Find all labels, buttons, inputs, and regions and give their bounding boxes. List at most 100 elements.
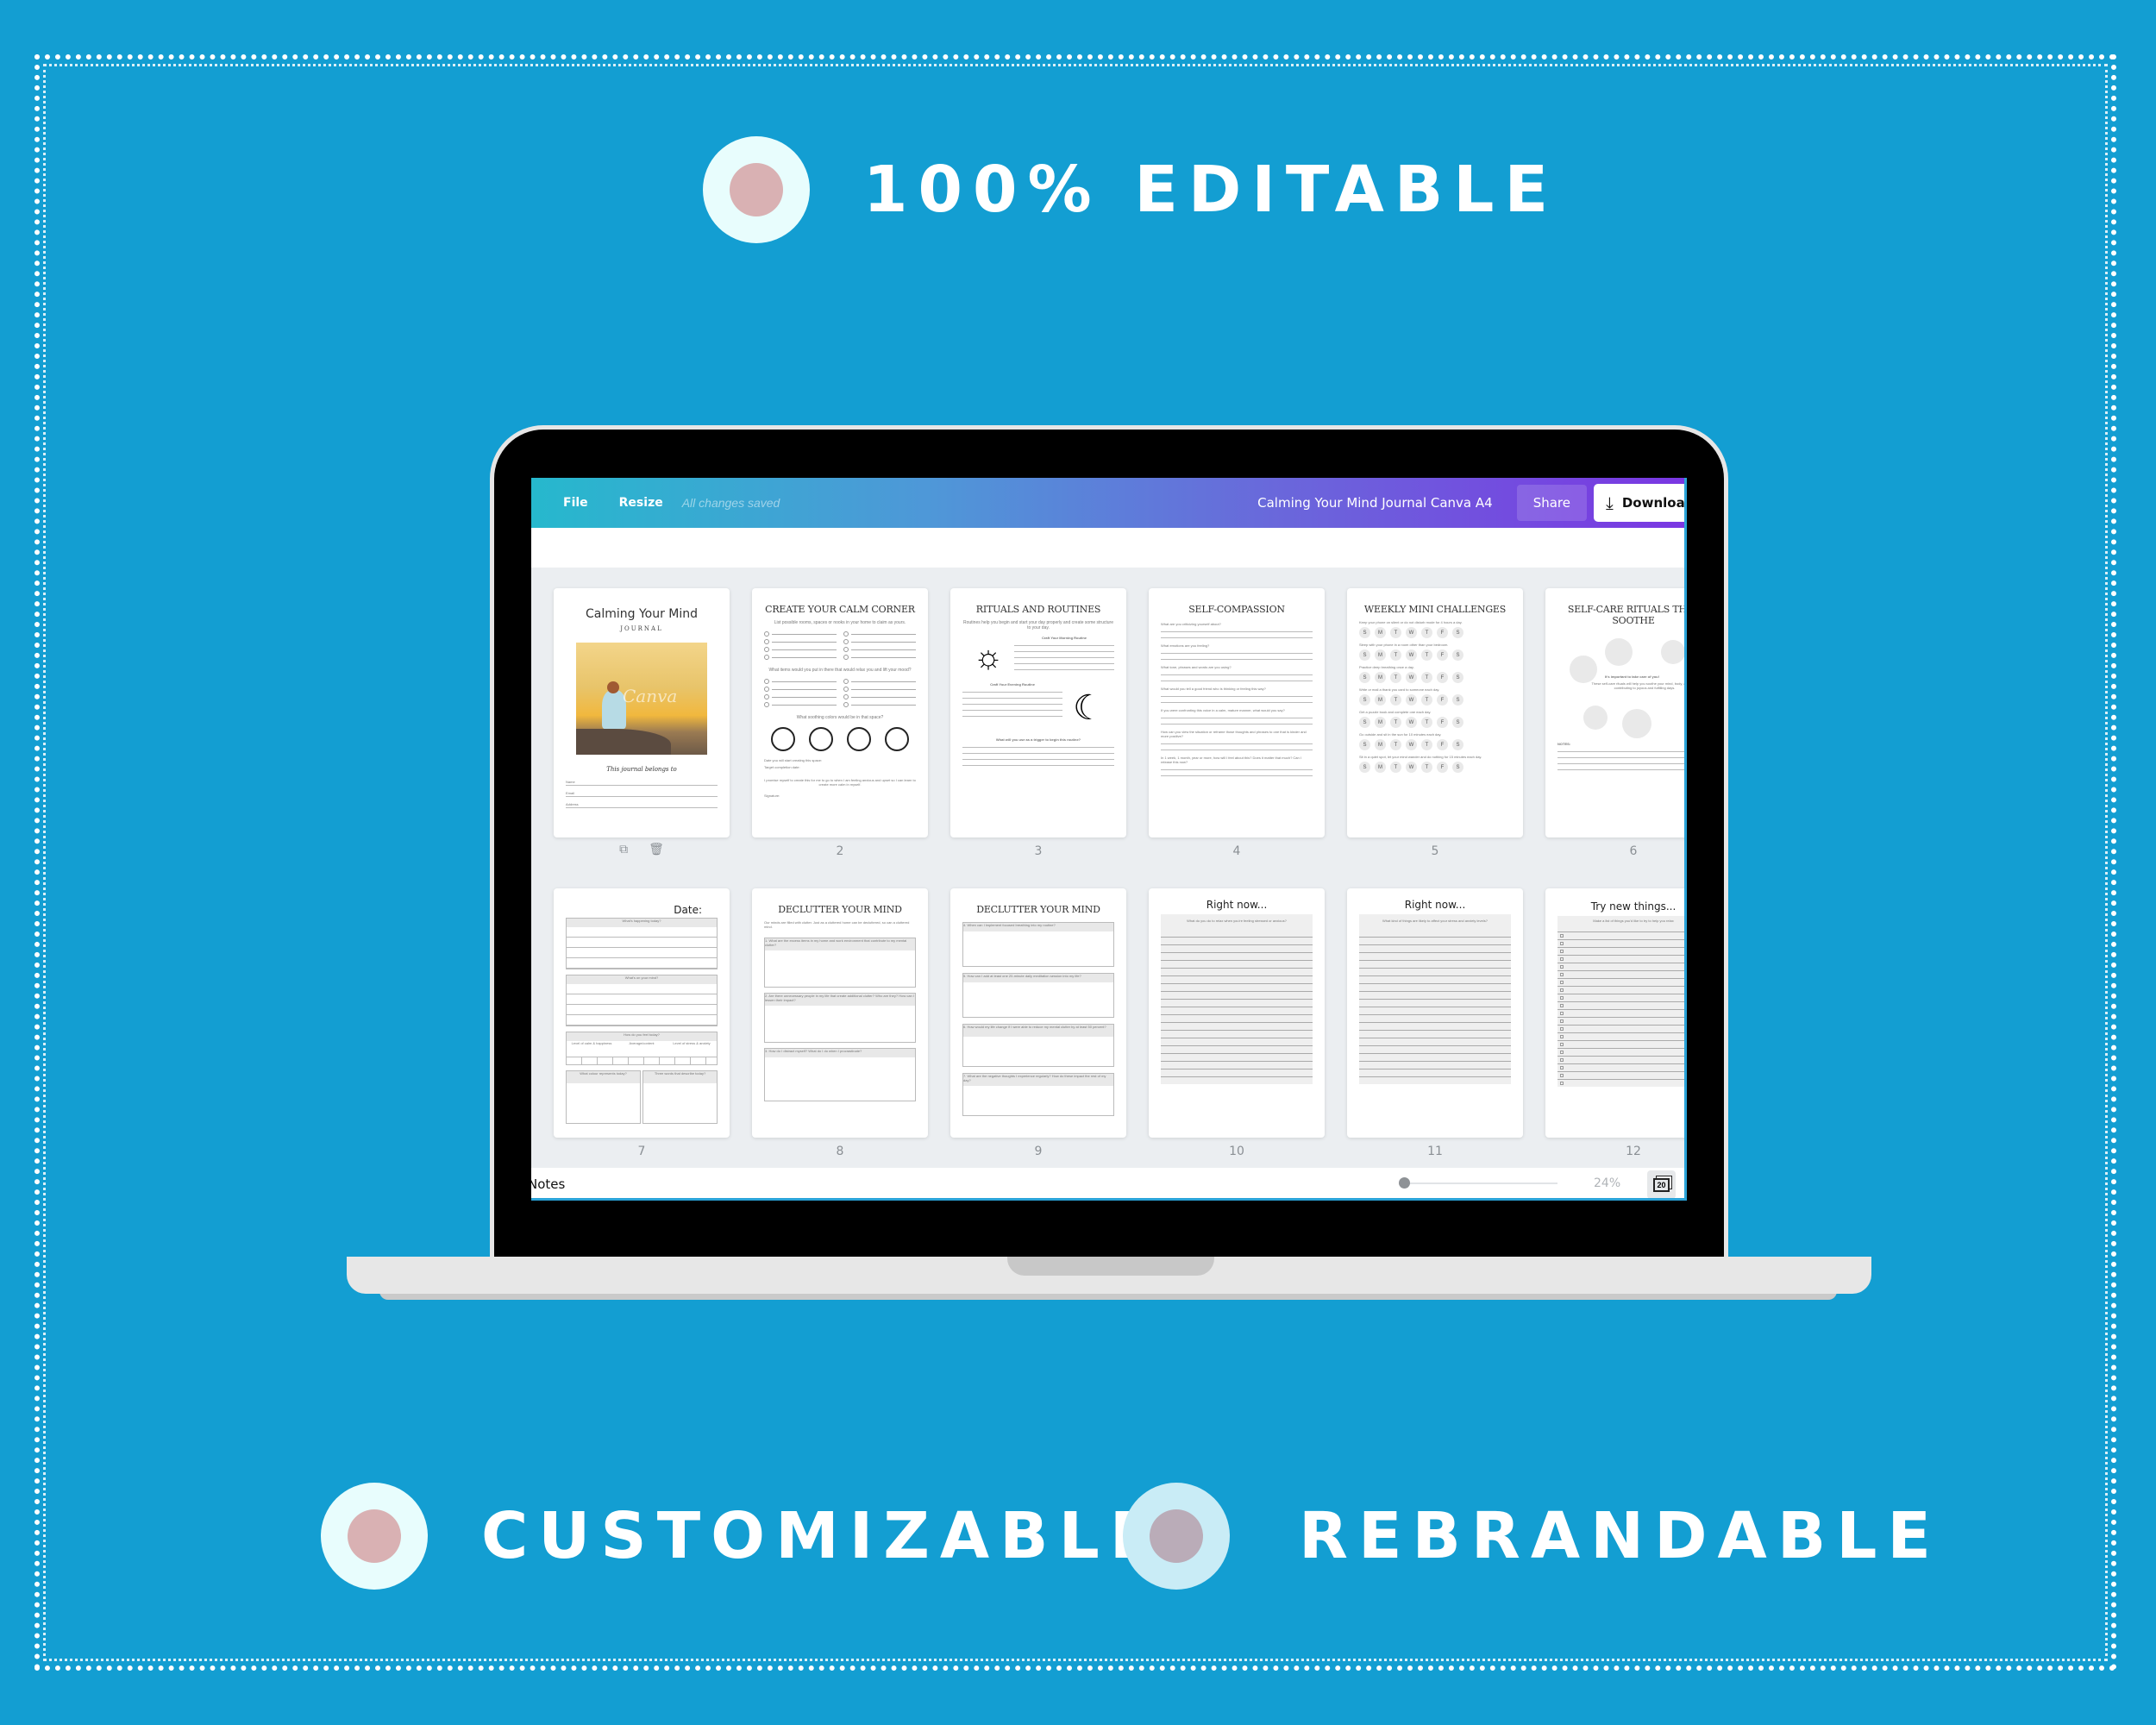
page-calm-corner[interactable]: CREATE YOUR CALM CORNER List possible ro… — [752, 588, 928, 837]
day-circle[interactable]: S — [1452, 717, 1463, 728]
day-circle[interactable]: T — [1390, 717, 1401, 728]
checkbox[interactable] — [1560, 1066, 1564, 1070]
day-circle[interactable]: T — [1390, 627, 1401, 638]
day-circle[interactable]: S — [1452, 762, 1463, 773]
day-circle[interactable]: W — [1406, 762, 1417, 773]
page-thumbnail[interactable]: Calming Your Mind JOURNAL Canva This jou… — [554, 588, 730, 856]
download-button[interactable]: ⤓ Download — [1594, 484, 1684, 522]
day-circle[interactable]: F — [1437, 717, 1448, 728]
page-weekly-challenges[interactable]: WEEKLY MINI CHALLENGES Keep your phone on… — [1347, 588, 1523, 837]
page-declutter-2[interactable]: DECLUTTER YOUR MIND 4. When can I implem… — [950, 888, 1126, 1138]
day-circle[interactable]: F — [1437, 739, 1448, 750]
day-circle[interactable]: S — [1359, 739, 1370, 750]
day-circle[interactable]: T — [1390, 672, 1401, 683]
day-circle[interactable]: W — [1406, 649, 1417, 661]
day-circle[interactable]: S — [1452, 739, 1463, 750]
share-button[interactable]: Share — [1516, 485, 1587, 521]
page-thumbnail[interactable]: SELF-CARE RITUALS THAT SOOTHE It's impor… — [1545, 588, 1684, 858]
delete-page-icon[interactable]: 🗑 — [649, 842, 664, 856]
page-thumbnail[interactable]: SELF-COMPASSION What are you criticizing… — [1149, 588, 1325, 858]
page-self-compassion[interactable]: SELF-COMPASSION What are you criticizing… — [1149, 588, 1325, 837]
day-circle[interactable]: M — [1375, 717, 1386, 728]
day-circle[interactable]: S — [1452, 672, 1463, 683]
zoom-slider[interactable] — [1399, 1177, 1557, 1189]
page-self-care[interactable]: SELF-CARE RITUALS THAT SOOTHE It's impor… — [1545, 588, 1684, 837]
day-circle[interactable]: T — [1421, 649, 1432, 661]
day-circle[interactable]: F — [1437, 672, 1448, 683]
day-circle[interactable]: S — [1359, 762, 1370, 773]
day-circle[interactable]: W — [1406, 717, 1417, 728]
page-right-now-1[interactable]: Right now... What do you do to relax whe… — [1149, 888, 1325, 1138]
day-circle[interactable]: T — [1390, 762, 1401, 773]
day-circle[interactable]: W — [1406, 627, 1417, 638]
duplicate-page-icon[interactable]: ⧉ — [619, 842, 628, 856]
page-thumbnail[interactable]: WEEKLY MINI CHALLENGES Keep your phone on… — [1347, 588, 1523, 858]
day-circle[interactable]: F — [1437, 627, 1448, 638]
page-try-new-things[interactable]: Try new things... Make a list of things … — [1545, 888, 1684, 1138]
zoom-slider-handle[interactable] — [1399, 1177, 1410, 1189]
checkbox[interactable] — [1560, 934, 1564, 938]
checkbox[interactable] — [1560, 1019, 1564, 1023]
file-menu[interactable]: File — [563, 496, 588, 510]
day-circle[interactable]: S — [1452, 694, 1463, 706]
checkbox[interactable] — [1560, 973, 1564, 976]
day-circle[interactable]: W — [1406, 739, 1417, 750]
day-circle[interactable]: M — [1375, 762, 1386, 773]
page-grid-toggle-button[interactable]: 20 — [1647, 1170, 1676, 1198]
day-circle[interactable]: S — [1452, 649, 1463, 661]
checkbox[interactable] — [1560, 1004, 1564, 1007]
day-circle[interactable]: S — [1359, 672, 1370, 683]
day-circle[interactable]: S — [1452, 627, 1463, 638]
page-rituals[interactable]: RITUALS AND ROUTINES Routines help you b… — [950, 588, 1126, 837]
checkbox[interactable] — [1560, 996, 1564, 1000]
document-title[interactable]: Calming Your Mind Journal Canva A4 — [1257, 495, 1493, 511]
day-circle[interactable]: M — [1375, 739, 1386, 750]
checkbox[interactable] — [1560, 1074, 1564, 1077]
day-circle[interactable]: T — [1390, 694, 1401, 706]
checkbox[interactable] — [1560, 1082, 1564, 1085]
checkbox[interactable] — [1560, 988, 1564, 992]
day-circle[interactable]: F — [1437, 762, 1448, 773]
checkbox[interactable] — [1560, 1051, 1564, 1054]
day-circle[interactable]: W — [1406, 672, 1417, 683]
page-thumbnail[interactable]: Right now... What do you do to relax whe… — [1149, 888, 1325, 1158]
page-right-now-2[interactable]: Right now... What kind of things are lik… — [1347, 888, 1523, 1138]
checkbox[interactable] — [1560, 942, 1564, 945]
day-circle[interactable]: S — [1359, 627, 1370, 638]
page-cover[interactable]: Calming Your Mind JOURNAL Canva This jou… — [554, 588, 730, 837]
day-circle[interactable]: S — [1359, 694, 1370, 706]
page-thumbnail[interactable]: DECLUTTER YOUR MIND 4. When can I implem… — [950, 888, 1126, 1158]
page-thumbnail[interactable]: Date: What's happening today? What's on … — [554, 888, 730, 1158]
day-circle[interactable]: S — [1359, 649, 1370, 661]
checkbox[interactable] — [1560, 965, 1564, 969]
page-daily-log[interactable]: Date: What's happening today? What's on … — [554, 888, 730, 1138]
day-circle[interactable]: W — [1406, 694, 1417, 706]
zoom-percent[interactable]: 24% — [1594, 1176, 1620, 1190]
day-circle[interactable]: T — [1421, 739, 1432, 750]
page-declutter-1[interactable]: DECLUTTER YOUR MIND Our minds are filled… — [752, 888, 928, 1138]
checkbox[interactable] — [1560, 957, 1564, 961]
checkbox[interactable] — [1560, 950, 1564, 953]
checkbox[interactable] — [1560, 1035, 1564, 1038]
day-circle[interactable]: T — [1421, 694, 1432, 706]
page-thumbnail[interactable]: Right now... What kind of things are lik… — [1347, 888, 1523, 1158]
checkbox[interactable] — [1560, 1012, 1564, 1015]
checkbox[interactable] — [1560, 1027, 1564, 1031]
day-circle[interactable]: M — [1375, 649, 1386, 661]
resize-menu[interactable]: Resize — [619, 496, 663, 510]
day-circle[interactable]: M — [1375, 627, 1386, 638]
page-thumbnail[interactable]: RITUALS AND ROUTINES Routines help you b… — [950, 588, 1126, 858]
day-circle[interactable]: T — [1390, 739, 1401, 750]
checkbox[interactable] — [1560, 1043, 1564, 1046]
checkbox[interactable] — [1560, 1058, 1564, 1062]
day-circle[interactable]: S — [1359, 717, 1370, 728]
day-circle[interactable]: T — [1390, 649, 1401, 661]
checkbox[interactable] — [1560, 981, 1564, 984]
page-thumbnail[interactable]: Try new things... Make a list of things … — [1545, 888, 1684, 1158]
notes-button[interactable]: Notes — [531, 1176, 565, 1192]
day-circle[interactable]: F — [1437, 694, 1448, 706]
day-circle[interactable]: T — [1421, 762, 1432, 773]
day-circle[interactable]: T — [1421, 717, 1432, 728]
day-circle[interactable]: T — [1421, 672, 1432, 683]
day-circle[interactable]: M — [1375, 672, 1386, 683]
